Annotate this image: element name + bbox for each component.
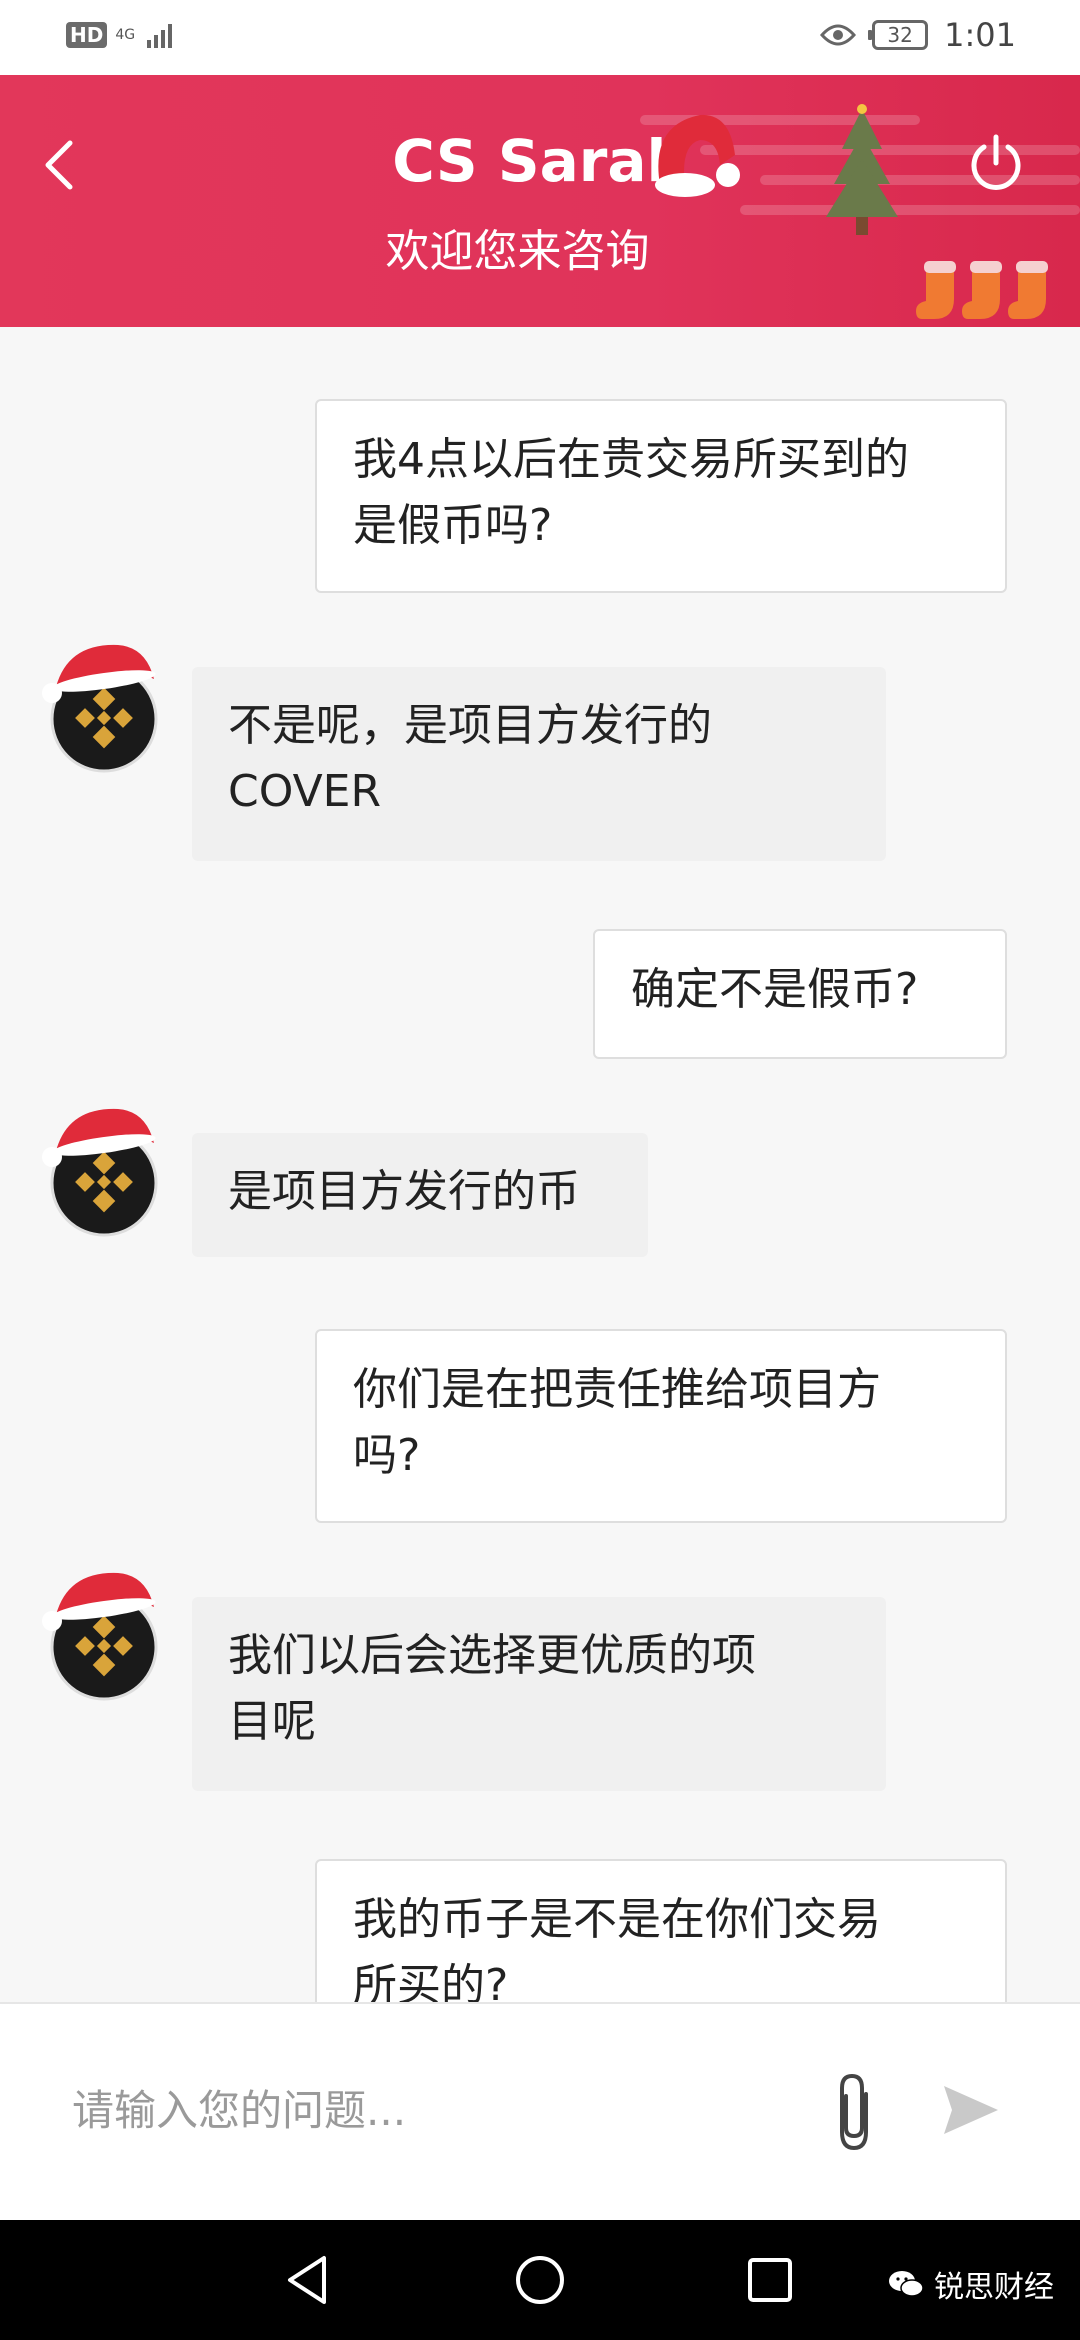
clock: 1:01 [944,16,1016,54]
end-chat-button[interactable] [964,131,1028,195]
user-message: 你们是在把责任推给项目方 吗? [315,1329,1007,1523]
send-button[interactable] [940,2080,1002,2140]
nav-home-button[interactable] [510,2250,570,2310]
status-bar: HD 4G 32 1:01 [0,0,1080,75]
watermark: 锐思财经 [888,2262,1054,2306]
nav-back-button[interactable] [280,2250,340,2310]
status-right: 32 1:01 [820,16,1016,54]
agent-message: 我们以后会选择更优质的项 目呢 [192,1597,886,1791]
agent-message: 是项目方发行的币 [192,1133,648,1257]
stockings-decoration-icon [916,261,1048,319]
status-left: HD 4G [66,22,177,48]
triangle-back-icon [288,2256,326,2304]
user-message: 我的币子是不是在你们交易 所买的? [315,1859,1007,2002]
system-nav-bar: 锐思财经 [0,2220,1080,2340]
hd-badge: HD [66,22,108,48]
nav-recents-button[interactable] [740,2250,800,2310]
chat-area[interactable]: 我4点以后在贵交易所买到的 是假币吗? 不是呢，是项目方发行的 COVER 确定… [0,327,1080,2002]
network-label: 4G [115,27,136,43]
header-decoration [740,205,1080,215]
user-message: 我4点以后在贵交易所买到的 是假币吗? [315,399,1007,593]
agent-message: 不是呢，是项目方发行的 COVER [192,667,886,861]
santa-hat-icon [655,114,740,197]
message-composer [0,2002,1080,2220]
user-message: 确定不是假币? [593,929,1007,1059]
send-icon [944,2086,998,2134]
agent-avatar [42,1108,158,1237]
agent-avatar [42,1572,158,1701]
wechat-icon [889,2271,924,2297]
circle-home-icon [516,2256,564,2304]
watermark-text: 锐思财经 [934,2270,1054,2305]
battery-indicator: 32 [868,20,929,50]
signal-icon [147,24,173,48]
attach-button[interactable] [826,2070,882,2154]
paperclip-icon [840,2073,868,2151]
christmas-tree-icon [826,104,898,235]
agent-name: CS Sarah [392,127,688,195]
eye-icon [820,24,857,46]
power-icon [971,134,1021,190]
message-input[interactable] [72,2060,792,2160]
square-recents-icon [748,2258,792,2302]
chat-header: CS Sarah 欢迎您来咨询 [0,75,1080,327]
agent-avatar [42,644,158,773]
